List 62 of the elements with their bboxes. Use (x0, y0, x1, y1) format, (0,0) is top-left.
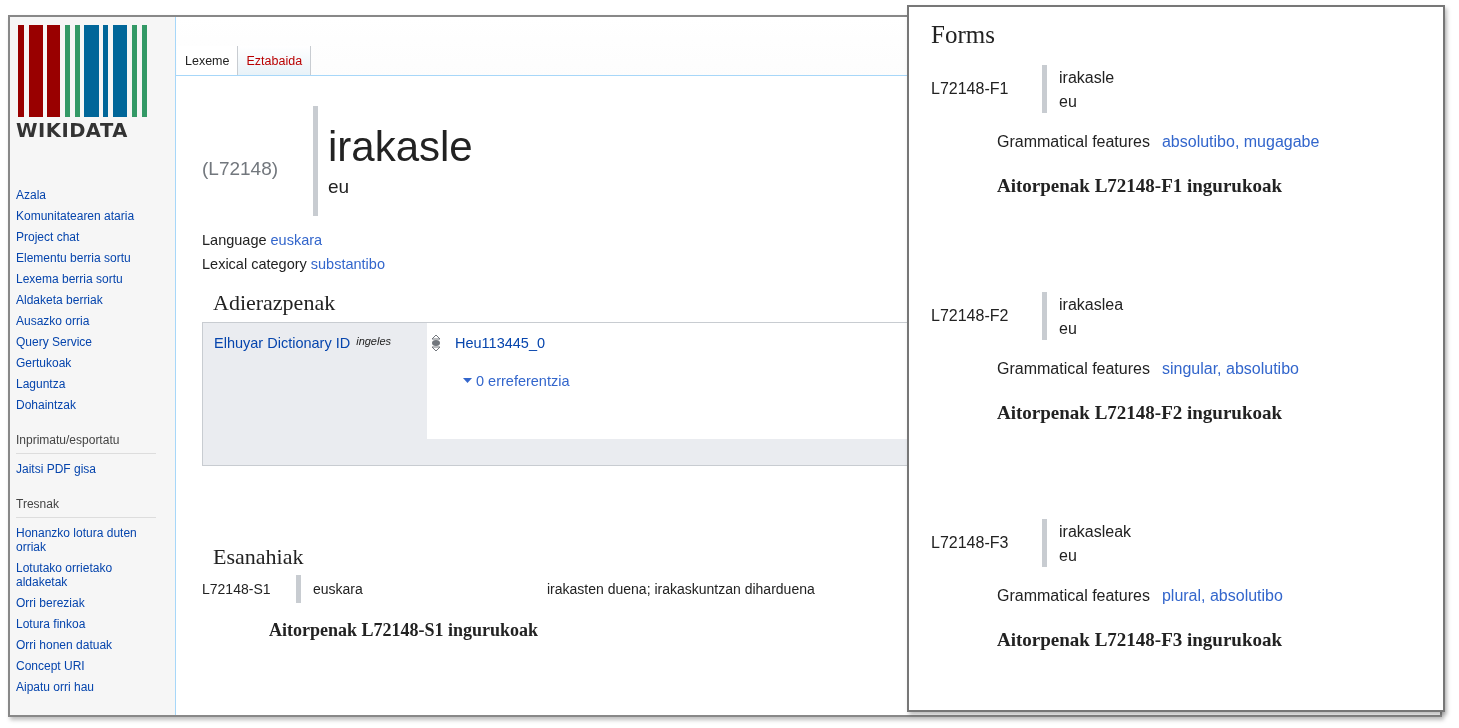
features-label: Grammatical features (997, 360, 1150, 378)
features-link[interactable]: absolutibo, mugagabe (1161, 133, 1320, 151)
features-link[interactable]: singular, absolutibo (1161, 360, 1299, 378)
features-label: Grammatical features (997, 133, 1150, 151)
lexeme-id: (L72148) (202, 158, 280, 180)
form-id: L72148-F2 (931, 307, 1010, 325)
form-representation: irakasleak (1059, 523, 1132, 541)
statements-heading: Aitorpenak L72148-F3 ingurukoak (997, 629, 1283, 651)
section-heading: Esanahiak (213, 544, 304, 570)
gloss-text: irakasten duena; irakaskuntzan diharduena (547, 581, 815, 597)
sidebar-link[interactable]: Aldaketa berriak (16, 289, 156, 310)
sidebar-link[interactable]: Aipatu orri hau (16, 676, 156, 697)
rank-selector-icon[interactable] (431, 333, 441, 353)
language-note: ingeles (356, 335, 392, 347)
form-id: L72148-F1 (931, 80, 1010, 98)
sidebar-link[interactable]: Query Service (16, 331, 156, 352)
sidebar-link[interactable]: Orri honen datuak (16, 634, 156, 655)
caret-icon (463, 378, 472, 384)
sidebar-link[interactable]: Elementu berria sortu (16, 247, 156, 268)
sidebar-link[interactable]: Dohaintzak (16, 394, 156, 415)
sidebar-link[interactable]: Azala (16, 184, 156, 205)
language-code: eu (1059, 547, 1078, 565)
sidebar-heading: Inprimatu/esportatu (16, 433, 156, 454)
statement-value-link[interactable]: Heu113445_0 (455, 335, 546, 351)
tab[interactable]: Eztabaida (238, 46, 312, 75)
sidebar-link[interactable]: Concept URI (16, 655, 156, 676)
language-code: eu (328, 176, 351, 198)
lemma-title: irakasle (328, 124, 473, 170)
section-heading: Adierazpenak (213, 290, 336, 316)
sidebar-link[interactable]: Orri bereziak (16, 592, 156, 613)
sidebar-link[interactable]: Lexema berria sortu (16, 268, 156, 289)
references-toggle[interactable]: 0 erreferentzia (463, 373, 570, 389)
sidebar-link[interactable]: Ausazko orria (16, 310, 156, 331)
panel-heading: Forms (931, 21, 996, 49)
features-link[interactable]: plural, absolutibo (1161, 587, 1283, 605)
property-link[interactable]: Elhuyar Dictionary ID (214, 335, 351, 351)
sidebar-link[interactable]: Jaitsi PDF gisa (16, 458, 156, 479)
form-representation: irakasle (1059, 69, 1115, 87)
sidebar-link[interactable]: Lotura finkoa (16, 613, 156, 634)
language-code: eu (1059, 93, 1078, 111)
gloss-language: euskara (296, 575, 547, 603)
sidebar-heading: Tresnak (16, 497, 156, 518)
statements-heading: Aitorpenak L72148-F2 ingurukoak (997, 402, 1283, 424)
statements-heading: Aitorpenak L72148-F1 ingurukoak (997, 175, 1283, 197)
barcode-logo-icon[interactable] (18, 25, 147, 117)
sidebar-link[interactable]: Laguntza (16, 373, 156, 394)
property-link[interactable]: euskara (270, 232, 323, 248)
property-label: Language (202, 232, 267, 248)
form-representation: irakaslea (1059, 296, 1124, 314)
sidebar-link[interactable]: Gertukoak (16, 352, 156, 373)
statements-heading: Aitorpenak L72148-S1 ingurukoak (269, 620, 539, 641)
form-id: L72148-F3 (931, 534, 1010, 552)
sidebar-link[interactable]: Komunitatearen ataria (16, 205, 156, 226)
sidebar-link[interactable]: Project chat (16, 226, 156, 247)
sidebar-link[interactable]: Honanzko lotura duten orriak (16, 522, 156, 557)
sidebar-link[interactable]: Lotutako orrietako aldaketak (16, 557, 156, 592)
sense-id: L72148-S1 (202, 581, 272, 597)
property-link[interactable]: substantibo (310, 256, 385, 272)
language-code: eu (1059, 320, 1078, 338)
property-label: Lexical category (202, 256, 307, 272)
logo-wordmark[interactable]: WIKIDATA (16, 119, 128, 142)
features-label: Grammatical features (997, 587, 1150, 605)
